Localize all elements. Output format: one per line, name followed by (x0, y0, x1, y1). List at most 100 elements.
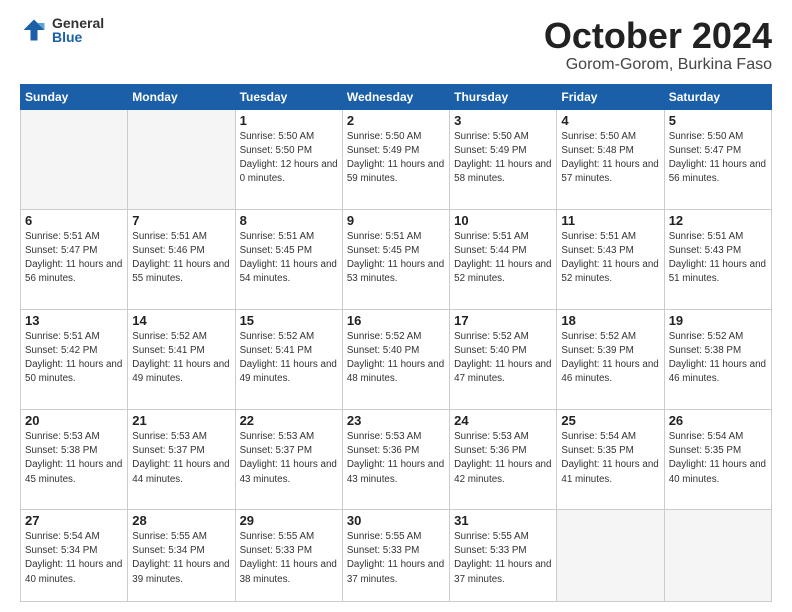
day-number: 22 (240, 413, 338, 428)
day-info: Sunrise: 5:51 AM Sunset: 5:45 PM Dayligh… (347, 230, 445, 287)
table-row: 27 Sunrise: 5:54 AM Sunset: 5:34 PM Dayli… (21, 510, 128, 602)
table-row: 17Sunrise: 5:52 AM Sunset: 5:40 PM Dayli… (450, 309, 557, 409)
day-info: Sunrise: 5:53 AM Sunset: 5:38 PM Dayligh… (25, 430, 123, 487)
day-number: 20 (25, 413, 123, 428)
col-wednesday: Wednesday (342, 84, 449, 109)
day-info: Sunrise: 5:55 AM Sunset: 5:34 PM Dayligh… (132, 530, 230, 587)
table-row: 19 Sunrise: 5:52 AM Sunset: 5:38 PM Dayli… (664, 309, 771, 409)
day-number: 6 (25, 213, 123, 228)
day-info: Sunrise: 5:51 AM Sunset: 5:44 PM Dayligh… (454, 230, 552, 287)
table-row: 22 Sunrise: 5:53 AM Sunset: 5:37 PM Dayli… (235, 409, 342, 509)
day-number: 2 (347, 113, 445, 128)
title-month: October 2024 (544, 16, 772, 56)
table-row: 26Sunrise: 5:54 AM Sunset: 5:35 PM Dayli… (664, 409, 771, 509)
day-number: 1 (240, 113, 338, 128)
table-row: 30 Sunrise: 5:55 AM Sunset: 5:33 PM Dayli… (342, 510, 449, 602)
col-saturday: Saturday (664, 84, 771, 109)
day-info: Sunrise: 5:51 AM Sunset: 5:47 PM Dayligh… (25, 230, 123, 287)
table-row: 11 Sunrise: 5:51 AM Sunset: 5:43 PM Dayli… (557, 209, 664, 309)
day-info: Sunrise: 5:53 AM Sunset: 5:37 PM Dayligh… (240, 430, 338, 487)
day-number: 31 (454, 513, 552, 528)
table-row: 1 Sunrise: 5:50 AM Sunset: 5:50 PM Daylig… (235, 109, 342, 209)
day-info: Sunrise: 5:50 AM Sunset: 5:49 PM Dayligh… (454, 130, 552, 187)
day-info: Sunrise: 5:51 AM Sunset: 5:42 PM Dayligh… (25, 330, 123, 387)
logo-icon (20, 16, 48, 44)
day-number: 11 (561, 213, 659, 228)
col-monday: Monday (128, 84, 235, 109)
table-row: 5 Sunrise: 5:50 AM Sunset: 5:47 PM Daylig… (664, 109, 771, 209)
day-number: 16 (347, 313, 445, 328)
table-row: 4 Sunrise: 5:50 AM Sunset: 5:48 PM Daylig… (557, 109, 664, 209)
day-info: Sunrise: 5:55 AM Sunset: 5:33 PM Dayligh… (240, 530, 338, 587)
col-thursday: Thursday (450, 84, 557, 109)
day-info: Sunrise: 5:54 AM Sunset: 5:34 PM Dayligh… (25, 530, 123, 587)
table-row: 15 Sunrise: 5:52 AM Sunset: 5:41 PM Dayli… (235, 309, 342, 409)
title-location: Gorom-Gorom, Burkina Faso (544, 56, 772, 74)
day-info: Sunrise: 5:52 AM Sunset: 5:41 PM Dayligh… (240, 330, 338, 387)
table-row: 21 Sunrise: 5:53 AM Sunset: 5:37 PM Dayli… (128, 409, 235, 509)
table-row: 10Sunrise: 5:51 AM Sunset: 5:44 PM Dayli… (450, 209, 557, 309)
table-row: 23Sunrise: 5:53 AM Sunset: 5:36 PM Dayli… (342, 409, 449, 509)
table-row (21, 109, 128, 209)
day-info: Sunrise: 5:55 AM Sunset: 5:33 PM Dayligh… (347, 530, 445, 587)
day-number: 23 (347, 413, 445, 428)
logo-general-text: General (52, 16, 104, 30)
day-info: Sunrise: 5:51 AM Sunset: 5:46 PM Dayligh… (132, 230, 230, 287)
day-number: 13 (25, 313, 123, 328)
table-row (557, 510, 664, 602)
table-row: 8 Sunrise: 5:51 AM Sunset: 5:45 PM Daylig… (235, 209, 342, 309)
day-info: Sunrise: 5:54 AM Sunset: 5:35 PM Dayligh… (561, 430, 659, 487)
day-number: 3 (454, 113, 552, 128)
calendar-table: Sunday Monday Tuesday Wednesday Thursday… (20, 84, 772, 602)
table-row: 20 Sunrise: 5:53 AM Sunset: 5:38 PM Dayli… (21, 409, 128, 509)
table-row: 14Sunrise: 5:52 AM Sunset: 5:41 PM Dayli… (128, 309, 235, 409)
day-number: 8 (240, 213, 338, 228)
day-number: 15 (240, 313, 338, 328)
day-number: 12 (669, 213, 767, 228)
day-number: 4 (561, 113, 659, 128)
table-row: 7 Sunrise: 5:51 AM Sunset: 5:46 PM Daylig… (128, 209, 235, 309)
day-number: 30 (347, 513, 445, 528)
logo-text: General Blue (52, 16, 104, 44)
header: General Blue October 2024 Gorom-Gorom, B… (20, 16, 772, 74)
table-row: 31Sunrise: 5:55 AM Sunset: 5:33 PM Dayli… (450, 510, 557, 602)
logo-blue-text: Blue (52, 30, 104, 44)
day-info: Sunrise: 5:53 AM Sunset: 5:36 PM Dayligh… (454, 430, 552, 487)
day-info: Sunrise: 5:52 AM Sunset: 5:39 PM Dayligh… (561, 330, 659, 387)
logo: General Blue (20, 16, 104, 44)
calendar-header-row: Sunday Monday Tuesday Wednesday Thursday… (21, 84, 772, 109)
day-info: Sunrise: 5:51 AM Sunset: 5:43 PM Dayligh… (669, 230, 767, 287)
day-info: Sunrise: 5:50 AM Sunset: 5:50 PM Dayligh… (240, 130, 338, 187)
day-info: Sunrise: 5:51 AM Sunset: 5:43 PM Dayligh… (561, 230, 659, 287)
title-block: October 2024 Gorom-Gorom, Burkina Faso (544, 16, 772, 74)
day-number: 26 (669, 413, 767, 428)
day-number: 17 (454, 313, 552, 328)
table-row (128, 109, 235, 209)
day-info: Sunrise: 5:50 AM Sunset: 5:49 PM Dayligh… (347, 130, 445, 187)
table-row: 16 Sunrise: 5:52 AM Sunset: 5:40 PM Dayli… (342, 309, 449, 409)
day-number: 5 (669, 113, 767, 128)
table-row: 29Sunrise: 5:55 AM Sunset: 5:33 PM Dayli… (235, 510, 342, 602)
day-number: 18 (561, 313, 659, 328)
day-number: 25 (561, 413, 659, 428)
day-number: 21 (132, 413, 230, 428)
table-row: 6 Sunrise: 5:51 AM Sunset: 5:47 PM Daylig… (21, 209, 128, 309)
day-number: 7 (132, 213, 230, 228)
table-row: 24 Sunrise: 5:53 AM Sunset: 5:36 PM Dayli… (450, 409, 557, 509)
day-number: 28 (132, 513, 230, 528)
table-row: 2 Sunrise: 5:50 AM Sunset: 5:49 PM Daylig… (342, 109, 449, 209)
page: General Blue October 2024 Gorom-Gorom, B… (0, 0, 792, 612)
day-number: 9 (347, 213, 445, 228)
table-row: 9 Sunrise: 5:51 AM Sunset: 5:45 PM Daylig… (342, 209, 449, 309)
day-info: Sunrise: 5:51 AM Sunset: 5:45 PM Dayligh… (240, 230, 338, 287)
day-info: Sunrise: 5:50 AM Sunset: 5:48 PM Dayligh… (561, 130, 659, 187)
day-info: Sunrise: 5:50 AM Sunset: 5:47 PM Dayligh… (669, 130, 767, 187)
day-number: 24 (454, 413, 552, 428)
day-info: Sunrise: 5:52 AM Sunset: 5:38 PM Dayligh… (669, 330, 767, 387)
day-info: Sunrise: 5:52 AM Sunset: 5:40 PM Dayligh… (347, 330, 445, 387)
day-number: 19 (669, 313, 767, 328)
table-row: 3 Sunrise: 5:50 AM Sunset: 5:49 PM Daylig… (450, 109, 557, 209)
day-number: 27 (25, 513, 123, 528)
day-info: Sunrise: 5:53 AM Sunset: 5:37 PM Dayligh… (132, 430, 230, 487)
table-row: 28 Sunrise: 5:55 AM Sunset: 5:34 PM Dayli… (128, 510, 235, 602)
